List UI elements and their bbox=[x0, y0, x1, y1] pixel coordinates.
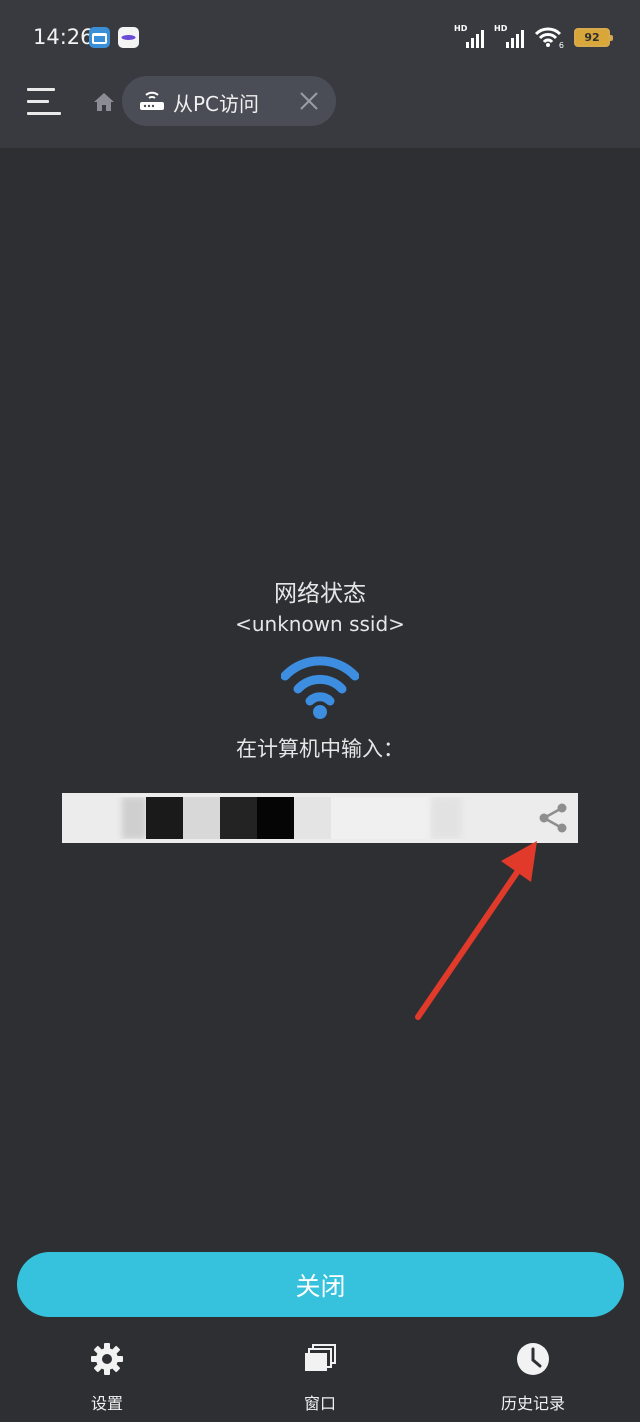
annotation-arrow bbox=[400, 825, 560, 1025]
signal-icon: HD bbox=[454, 24, 484, 50]
home-icon[interactable] bbox=[93, 91, 115, 113]
toolbar: 从PC访问 bbox=[0, 70, 640, 148]
status-time: 14:26 bbox=[33, 25, 94, 49]
signal-icon-2: HD bbox=[494, 24, 524, 50]
gear-icon bbox=[91, 1343, 123, 1375]
instruction-text: 在计算机中输入： bbox=[236, 737, 404, 761]
nav-settings[interactable]: 设置 bbox=[47, 1332, 167, 1422]
notification-app-icon bbox=[118, 27, 139, 48]
nav-history-label: 历史记录 bbox=[500, 1394, 565, 1413]
wifi-icon bbox=[280, 654, 360, 720]
bottom-nav: 设置 窗口 历史记录 bbox=[0, 1332, 640, 1422]
wifi-status-icon: 6 bbox=[534, 24, 564, 50]
nav-settings-label: 设置 bbox=[90, 1394, 123, 1413]
windows-icon bbox=[305, 1344, 336, 1371]
nav-windows-label: 窗口 bbox=[303, 1394, 336, 1413]
tab-label: 从PC访问 bbox=[173, 92, 260, 116]
clock-icon bbox=[517, 1343, 549, 1375]
wifi-generation-label: 6 bbox=[558, 41, 564, 50]
battery-icon: 92 bbox=[574, 28, 613, 47]
network-status-title: 网络状态 bbox=[274, 581, 366, 607]
menu-icon[interactable] bbox=[27, 88, 61, 116]
status-bar: 14:26 HD HD 6 92 bbox=[0, 0, 640, 70]
status-indicators: HD HD 6 92 bbox=[454, 24, 613, 50]
close-button[interactable]: 关闭 bbox=[17, 1252, 624, 1317]
router-icon bbox=[139, 89, 165, 111]
nav-windows[interactable]: 窗口 bbox=[260, 1332, 380, 1422]
ssid-text: <unknown ssid> bbox=[235, 612, 405, 636]
nav-history[interactable]: 历史记录 bbox=[473, 1332, 593, 1422]
tab-from-pc[interactable]: 从PC访问 bbox=[122, 76, 336, 126]
browser-app-icon bbox=[89, 27, 110, 48]
close-icon[interactable] bbox=[298, 90, 320, 112]
